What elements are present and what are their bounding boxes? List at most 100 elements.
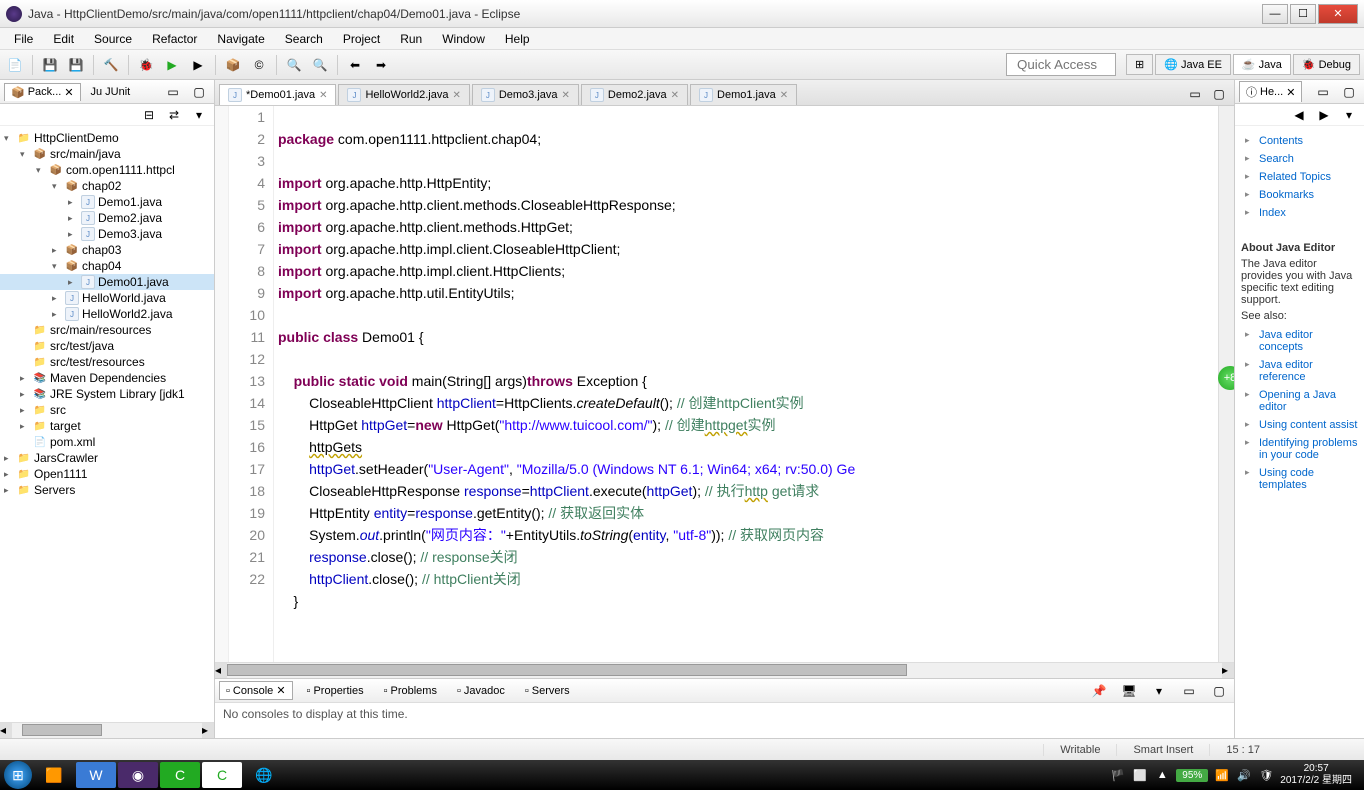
tree-node[interactable]: ▸JHelloWorld2.java (0, 306, 214, 322)
help-link[interactable]: Bookmarks (1241, 186, 1358, 204)
tree-node[interactable]: ▸📁src (0, 402, 214, 418)
perspective-java[interactable]: ☕Java (1233, 54, 1291, 75)
collapse-all-icon[interactable]: ⊟ (138, 104, 160, 126)
help-link[interactable]: Java editor reference (1241, 356, 1358, 386)
help-link[interactable]: Using content assist (1241, 416, 1358, 434)
code-editor[interactable]: 12345678910111213141516171819202122 pack… (215, 106, 1234, 662)
taskbar-app-eclipse[interactable]: ◉ (118, 762, 158, 788)
menu-edit[interactable]: Edit (43, 30, 84, 48)
help-link[interactable]: Java editor concepts (1241, 326, 1358, 356)
code-content[interactable]: package com.open1111.httpclient.chap04; … (274, 106, 1218, 662)
tree-node[interactable]: 📄pom.xml (0, 434, 214, 450)
tab-help[interactable]: ⓘ He... ✕ (1239, 81, 1302, 102)
quick-access-input[interactable] (1006, 53, 1116, 76)
new-button[interactable]: 📄 (4, 54, 26, 76)
editor-tab[interactable]: JDemo1.java✕ (690, 84, 797, 105)
menu-project[interactable]: Project (333, 30, 390, 48)
tray-flag-icon[interactable]: 🏴 (1110, 767, 1126, 783)
menu-window[interactable]: Window (432, 30, 495, 48)
tray-clock[interactable]: 20:57 2017/2/2 星期四 (1280, 763, 1352, 787)
open-perspective-button[interactable]: ⊞ (1126, 54, 1153, 75)
nav-back-button[interactable]: ⬅ (344, 54, 366, 76)
maximize-view-icon[interactable]: ▢ (188, 81, 210, 103)
minimize-view-icon[interactable]: ▭ (162, 81, 184, 103)
tree-node[interactable]: 📁src/test/java (0, 338, 214, 354)
link-editor-icon[interactable]: ⇄ (163, 104, 185, 126)
help-menu-icon[interactable]: ▾ (1338, 104, 1360, 126)
bottom-tab-servers[interactable]: ▫ Servers (519, 683, 576, 699)
console-new-icon[interactable]: ▾ (1148, 680, 1170, 702)
editor-tab[interactable]: JDemo3.java✕ (472, 84, 579, 105)
tray-network-icon[interactable]: 📶 (1214, 767, 1230, 783)
help-link[interactable]: Index (1241, 204, 1358, 222)
debug-button[interactable]: 🐞 (135, 54, 157, 76)
tray-action-icon[interactable]: ⬜ (1132, 767, 1148, 783)
taskbar-app-camtasia2[interactable]: C (202, 762, 242, 788)
help-back-icon[interactable]: ◀ (1288, 104, 1310, 126)
tree-node[interactable]: ▸JHelloWorld.java (0, 290, 214, 306)
menu-refactor[interactable]: Refactor (142, 30, 207, 48)
editor-tab[interactable]: JDemo2.java✕ (581, 84, 688, 105)
tray-up-icon[interactable]: ▲ (1154, 767, 1170, 783)
editor-tab[interactable]: J*Demo01.java✕ (219, 84, 336, 105)
menu-file[interactable]: File (4, 30, 43, 48)
nav-fwd-button[interactable]: ➡ (370, 54, 392, 76)
editor-hscrollbar[interactable]: ◂ ▸ (215, 662, 1234, 678)
help-max-icon[interactable]: ▢ (1338, 81, 1360, 103)
save-all-button[interactable]: 💾 (65, 54, 87, 76)
open-type-button[interactable]: 🔍 (283, 54, 305, 76)
tree-node[interactable]: ▸JDemo1.java (0, 194, 214, 210)
taskbar-app-1[interactable]: 🟧 (34, 762, 74, 788)
tree-node[interactable]: ▾📁HttpClientDemo (0, 130, 214, 146)
maximize-button[interactable]: ☐ (1290, 4, 1316, 24)
tree-node[interactable]: ▸JDemo3.java (0, 226, 214, 242)
minimize-button[interactable]: — (1262, 4, 1288, 24)
tree-node[interactable]: ▸📚Maven Dependencies (0, 370, 214, 386)
help-link[interactable]: Using code templates (1241, 464, 1358, 494)
console-pin-icon[interactable]: 📌 (1088, 680, 1110, 702)
menu-navigate[interactable]: Navigate (207, 30, 274, 48)
editor-minimize-icon[interactable]: ▭ (1184, 83, 1206, 105)
help-link[interactable]: Search (1241, 150, 1358, 168)
new-class-button[interactable]: © (248, 54, 270, 76)
tray-shield-icon[interactable]: 🛡 (1258, 767, 1274, 783)
help-link[interactable]: Related Topics (1241, 168, 1358, 186)
view-menu-icon[interactable]: ▾ (188, 104, 210, 126)
editor-maximize-icon[interactable]: ▢ (1208, 83, 1230, 105)
tab-package-explorer[interactable]: 📦 Pack... ✕ (4, 83, 81, 101)
tree-node[interactable]: ▸JDemo2.java (0, 210, 214, 226)
tree-node[interactable]: ▾📦com.open1111.httpcl (0, 162, 214, 178)
bottom-tab-problems[interactable]: ▫ Problems (378, 683, 443, 699)
menu-run[interactable]: Run (390, 30, 432, 48)
taskbar-app-chrome[interactable]: 🌐 (244, 762, 284, 788)
console-max-icon[interactable]: ▢ (1208, 680, 1230, 702)
console-display-icon[interactable]: 🖥 (1118, 680, 1140, 702)
tree-node[interactable]: 📁src/test/resources (0, 354, 214, 370)
tree-node[interactable]: ▾📦chap04 (0, 258, 214, 274)
tree-node[interactable]: ▸📁Open1111 (0, 466, 214, 482)
bottom-tab-javadoc[interactable]: ▫ Javadoc (451, 683, 511, 699)
perspective-javaee[interactable]: 🌐Java EE (1155, 54, 1231, 75)
tree-node[interactable]: ▸📁JarsCrawler (0, 450, 214, 466)
help-link[interactable]: Identifying problems in your code (1241, 434, 1358, 464)
tree-node[interactable]: 📁src/main/resources (0, 322, 214, 338)
run-last-button[interactable]: ▶ (187, 54, 209, 76)
perspective-debug[interactable]: 🐞Debug (1293, 54, 1360, 75)
tree-node[interactable]: ▸📚JRE System Library [jdk1 (0, 386, 214, 402)
tree-node[interactable]: ▸JDemo01.java (0, 274, 214, 290)
tree-node[interactable]: ▾📦chap02 (0, 178, 214, 194)
build-button[interactable]: 🔨 (100, 54, 122, 76)
help-min-icon[interactable]: ▭ (1312, 81, 1334, 103)
save-button[interactable]: 💾 (39, 54, 61, 76)
help-fwd-icon[interactable]: ▶ (1313, 104, 1335, 126)
console-min-icon[interactable]: ▭ (1178, 680, 1200, 702)
bottom-tab-properties[interactable]: ▫ Properties (301, 683, 370, 699)
taskbar-app-wps[interactable]: W (76, 762, 116, 788)
bottom-tab-console[interactable]: ▫ Console ✕ (219, 681, 293, 700)
menu-help[interactable]: Help (495, 30, 540, 48)
tree-node[interactable]: ▸📁target (0, 418, 214, 434)
start-button[interactable]: ⊞ (4, 761, 32, 789)
help-link[interactable]: Contents (1241, 132, 1358, 150)
menu-source[interactable]: Source (84, 30, 142, 48)
tree-node[interactable]: ▸📁Servers (0, 482, 214, 498)
